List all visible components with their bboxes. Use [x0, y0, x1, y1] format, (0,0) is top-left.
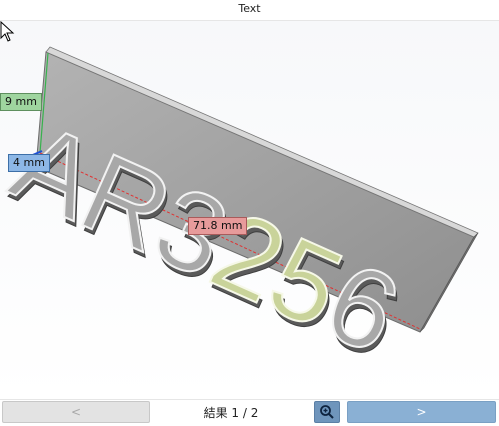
depth-dimension-label: 4 mm — [8, 154, 50, 172]
previous-result-button[interactable]: < — [2, 401, 150, 423]
zoom-in-icon — [320, 405, 334, 419]
mouse-cursor-icon — [0, 21, 15, 42]
width-dimension-label: 71.8 mm — [188, 217, 248, 235]
model-plate: AR3256 AR3256 — [0, 46, 479, 383]
result-navigation-bar: < 結果 1 / 2 > — [0, 400, 499, 426]
next-result-button[interactable]: > — [347, 401, 496, 423]
window-title: Text — [238, 2, 261, 15]
3d-viewport[interactable]: AR3256 AR3256 9 mm 4 mm 71.8 mm — [0, 20, 499, 400]
result-counter: 結果 1 / 2 — [203, 406, 259, 420]
zoom-button[interactable] — [314, 401, 340, 423]
height-dimension-label: 9 mm — [0, 93, 42, 111]
